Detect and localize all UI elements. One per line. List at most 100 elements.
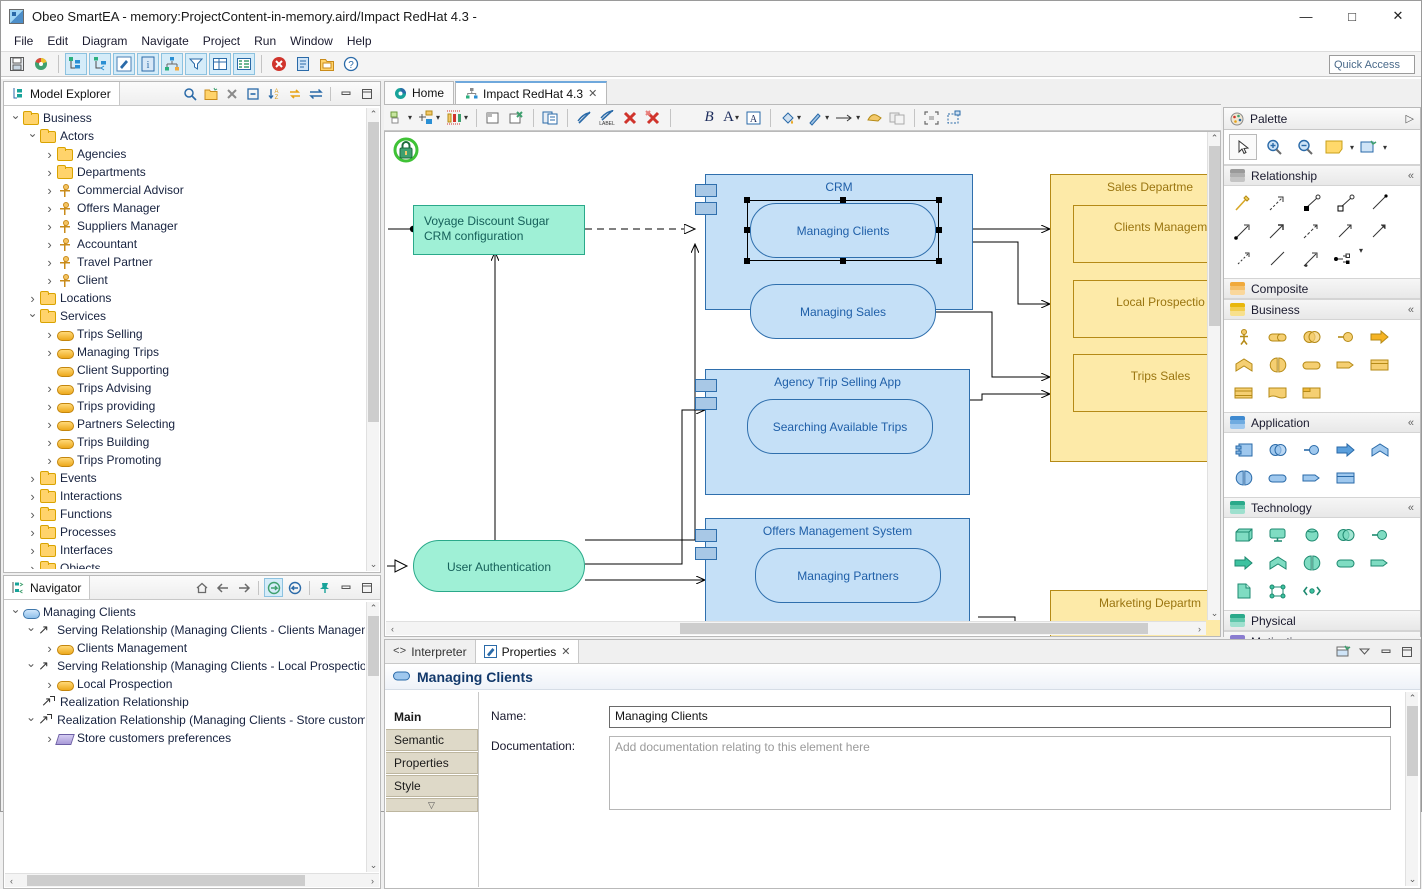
canvas-hscrollbar[interactable]: ‹ › [386,621,1206,635]
technology-collaboration-tool[interactable] [1332,522,1360,548]
collapse-icon[interactable]: « [1408,170,1414,182]
expander-expand[interactable] [43,163,56,181]
tree-item[interactable]: Locations [7,289,365,307]
next-element-icon[interactable] [264,578,283,597]
chevron-down-icon[interactable]: ▾ [735,113,739,122]
editor-tab-impact-redhat[interactable]: Impact RedHat 4.3 ✕ [455,81,607,104]
minimize-view-icon[interactable] [336,84,355,103]
info-icon[interactable]: i [137,53,159,75]
filter-icon[interactable] [185,53,207,75]
business-function-tool[interactable] [1230,352,1258,378]
expander-expand[interactable] [26,469,39,487]
new-model-icon[interactable] [30,53,52,75]
properties-vscrollbar[interactable]: ⌃ ⌄ [1405,692,1418,886]
managing-sales-node[interactable]: Managing Sales [750,284,936,339]
realization-relationship-tool[interactable] [1264,190,1292,216]
tree-item[interactable]: Processes [7,523,365,541]
tree-layout-icon[interactable] [65,53,87,75]
application-function-tool[interactable] [1366,437,1394,463]
expander-expand[interactable] [26,523,39,541]
tree-item[interactable]: Accountant [7,235,365,253]
expander-collapse[interactable] [26,127,39,145]
align-icon[interactable]: ▾ [415,107,443,129]
technology-event-tool[interactable] [1366,550,1394,576]
application-component-tool[interactable] [1230,437,1258,463]
tree-item[interactable]: Interactions [7,487,365,505]
tree-item[interactable]: Offers Manager [7,199,365,217]
scroll-thumb[interactable] [368,122,379,422]
scroll-up-arrow[interactable]: ⌃ [367,602,380,615]
palette-pin-icon[interactable]: ▷ [1406,112,1414,125]
navigator-tree[interactable]: Managing ClientsServing Relationship (Ma… [7,603,365,870]
delete-from-model-icon[interactable] [642,107,665,129]
chevron-down-icon[interactable]: ▾ [408,113,412,122]
close-icon[interactable]: ✕ [588,87,597,100]
scroll-up-arrow[interactable]: ⌃ [1208,132,1221,145]
aggregation-relationship-tool[interactable] [1332,190,1360,216]
tree-item[interactable]: Trips providing [7,397,365,415]
search-icon[interactable] [180,84,199,103]
system-software-tool[interactable] [1298,522,1326,548]
business-object-tool[interactable] [1366,352,1394,378]
refresh-icon[interactable] [285,84,304,103]
application-interface-tool[interactable] [1298,437,1326,463]
show-advanced-icon[interactable] [1334,642,1353,661]
access-relationship-tool[interactable] [1298,218,1326,244]
expander-expand[interactable] [26,541,39,559]
managing-partners-node[interactable]: Managing Partners [755,548,941,603]
tree-item[interactable]: Travel Partner [7,253,365,271]
hide-element-icon[interactable] [573,107,596,129]
expander-expand[interactable] [43,343,56,361]
offers-port-2[interactable] [695,547,717,560]
technology-function-tool[interactable] [1264,550,1292,576]
business-interaction-tool[interactable] [1264,352,1292,378]
association-relationship-tool[interactable] [1366,190,1394,216]
chevron-down-icon[interactable]: ▾ [797,113,801,122]
application-event-tool[interactable] [1298,465,1326,491]
expander-expand[interactable] [26,487,39,505]
tree-item[interactable]: Interfaces [7,541,365,559]
list-icon[interactable] [233,53,255,75]
offers-port-1[interactable] [695,529,717,542]
expander-expand[interactable] [43,433,56,451]
crm-port-2[interactable] [695,202,717,215]
junction-tool[interactable] [1298,246,1326,272]
arrange-selection-icon[interactable]: ▾ [387,107,415,129]
maximize-view-icon[interactable] [357,84,376,103]
tree-item[interactable]: Trips Promoting [7,451,365,469]
menu-file[interactable]: File [7,33,40,49]
error-icon[interactable] [268,53,290,75]
scroll-left-arrow[interactable]: ‹ [5,874,18,888]
expander-expand[interactable] [26,505,39,523]
scroll-up-arrow[interactable]: ⌃ [367,108,380,121]
business-event-tool[interactable] [1332,352,1360,378]
collapse-all-icon[interactable] [243,84,262,103]
menu-project[interactable]: Project [196,33,247,49]
business-role-tool[interactable] [1264,324,1292,350]
delete-from-diagram-icon[interactable] [619,107,642,129]
maximize-button[interactable]: □ [1329,1,1375,31]
maximize-view-icon[interactable] [1397,642,1416,661]
prop-tab-style[interactable]: Style [386,775,478,797]
bold-icon[interactable] [676,107,698,129]
business-process-tool[interactable] [1366,324,1394,350]
expander-collapse[interactable] [26,711,36,729]
selection-handle-s[interactable] [840,258,846,264]
application-collaboration-tool[interactable] [1264,437,1292,463]
tree-item[interactable]: Local Prospection [7,675,365,693]
chevron-down-icon[interactable]: ▾ [1350,143,1354,152]
expander-collapse[interactable] [26,307,39,325]
tree-item[interactable]: Realization Relationship (Managing Clien… [7,711,365,729]
hide-label-icon[interactable]: LABEL [596,107,619,129]
selection-handle-se[interactable] [936,258,942,264]
delete-icon[interactable] [222,84,241,103]
scroll-down-arrow[interactable]: ⌄ [1406,873,1419,886]
crm-port-1[interactable] [695,184,717,197]
scroll-up-arrow[interactable]: ⌃ [1406,692,1419,705]
chevron-down-icon[interactable]: ▾ [1383,143,1387,152]
expander-expand[interactable] [43,415,56,433]
tab-model-explorer[interactable]: Model Explorer [4,82,120,105]
tree-item[interactable]: Client [7,271,365,289]
searching-available-trips-node[interactable]: Searching Available Trips [747,399,933,454]
pin-icon[interactable] [315,578,334,597]
